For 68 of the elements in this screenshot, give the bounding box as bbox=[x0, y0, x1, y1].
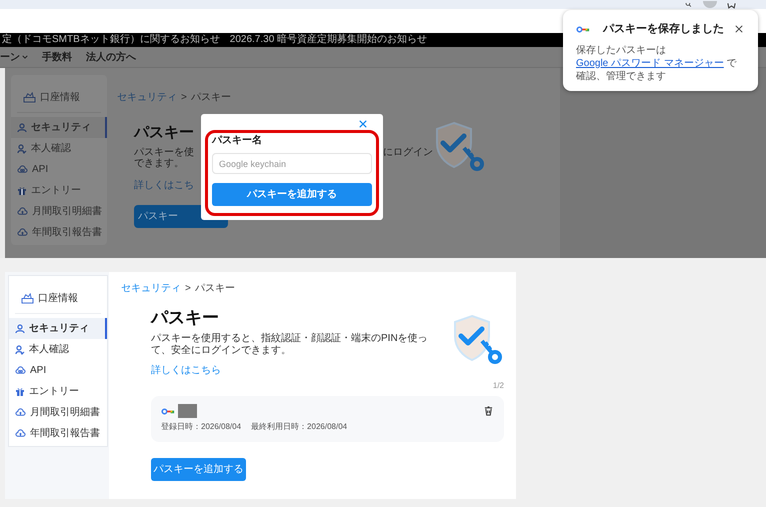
cloud-upload-icon bbox=[17, 207, 28, 216]
close-button[interactable] bbox=[735, 24, 745, 34]
password-manager-link[interactable]: Google パスワード マネージャー bbox=[576, 58, 724, 68]
close-icon bbox=[735, 25, 743, 34]
sidebar-item[interactable]: API bbox=[11, 159, 107, 180]
sidebar-item[interactable]: 口座情報 bbox=[15, 284, 101, 314]
breadcrumb-current: パスキー bbox=[194, 282, 235, 296]
search-icon bbox=[684, 3, 693, 9]
cloud-upload-icon bbox=[15, 408, 26, 417]
nav-link[interactable]: ーン bbox=[0, 50, 28, 64]
sidebar-item[interactable]: 月間取引明細書 bbox=[9, 402, 107, 423]
breadcrumb-current: パスキー bbox=[190, 91, 231, 105]
cloud-icon bbox=[15, 366, 26, 375]
sidebar-item[interactable]: 月間取引明細書 bbox=[11, 201, 107, 222]
breadcrumb-link[interactable]: セキュリティ bbox=[117, 90, 177, 105]
sidebar-item[interactable]: 本人確認 bbox=[9, 339, 107, 360]
description-text: パスキーを使用すると、指紋認証・顔認証・端末のPINを使って、安全にログインできます。 bbox=[151, 333, 429, 357]
nav-link[interactable]: 法人の方へ bbox=[86, 50, 136, 64]
redacted-block bbox=[178, 404, 197, 418]
learn-more-link[interactable]: 詳しくはこち bbox=[134, 178, 194, 193]
add-passkey-button[interactable]: パスキーを追加する bbox=[212, 183, 372, 206]
shield-key-drawing bbox=[434, 121, 486, 173]
person-check-icon bbox=[17, 144, 27, 154]
description-text: パスキーを使 bbox=[134, 147, 194, 158]
delete-button[interactable] bbox=[484, 406, 494, 416]
trash-icon bbox=[484, 406, 493, 416]
learn-more-link[interactable]: 詳しくはこちら bbox=[151, 363, 221, 378]
breadcrumb-link[interactable]: セキュリティ bbox=[121, 281, 181, 296]
sidebar-item[interactable]: 年間取引報告書 bbox=[9, 423, 107, 444]
popup-message: 保存したパスキーは Google パスワード マネージャー で確認、管理できます bbox=[576, 44, 738, 82]
gift-icon bbox=[15, 386, 25, 396]
shield-key-drawing bbox=[452, 314, 504, 366]
news-link[interactable]: 2026.7.30 暗号資産定期募集開始のお知らせ bbox=[230, 35, 428, 45]
cloud-upload-icon bbox=[15, 429, 26, 438]
sidebar-item[interactable]: 本人確認 bbox=[11, 138, 107, 159]
add-passkey-button[interactable]: パスキーを追加する bbox=[151, 458, 246, 481]
sidebar-item[interactable]: API bbox=[9, 360, 107, 381]
registered-date: 登録日時：2026/08/04 bbox=[161, 421, 242, 433]
popup-title: パスキーを保存しました bbox=[603, 22, 724, 37]
breadcrumb-separator: > bbox=[181, 91, 187, 105]
person-icon bbox=[15, 324, 25, 334]
page-title: パスキー bbox=[134, 123, 194, 143]
sidebar-item[interactable]: 年間取引報告書 bbox=[11, 222, 107, 243]
sidebar-item[interactable]: セキュリティ bbox=[9, 318, 107, 339]
nav-link[interactable]: 手数料 bbox=[42, 50, 72, 64]
close-icon bbox=[359, 120, 367, 128]
sidebar-item[interactable]: 口座情報 bbox=[17, 83, 101, 113]
name-input-field[interactable]: Google keychain bbox=[212, 153, 372, 174]
gift-icon bbox=[17, 186, 27, 196]
key-icon bbox=[161, 408, 175, 414]
page-title: パスキー bbox=[151, 308, 220, 328]
sidebar-item[interactable]: エントリー bbox=[9, 381, 107, 402]
description-text: できます。 bbox=[134, 158, 184, 170]
field-label: パスキー名 bbox=[212, 135, 263, 147]
caret-icon bbox=[22, 55, 28, 59]
last-used-date: 最終利用日時：2026/08/04 bbox=[251, 421, 348, 433]
description-text: にログイン bbox=[383, 147, 433, 158]
person-icon bbox=[17, 122, 27, 132]
breadcrumb-separator: > bbox=[185, 282, 191, 296]
avatar-icon bbox=[703, 1, 717, 9]
person-check-icon bbox=[15, 344, 25, 354]
sidebar-item[interactable]: セキュリティ bbox=[11, 117, 107, 138]
page-counter: 1/2 bbox=[492, 380, 504, 392]
sidebar-item[interactable]: エントリー bbox=[11, 180, 107, 201]
news-link[interactable]: 定（ドコモSMTBネット銀行）に関するお知らせ bbox=[2, 35, 220, 45]
cloud-upload-icon bbox=[17, 228, 28, 237]
cloud-icon bbox=[17, 165, 28, 174]
key-icon bbox=[576, 26, 590, 33]
